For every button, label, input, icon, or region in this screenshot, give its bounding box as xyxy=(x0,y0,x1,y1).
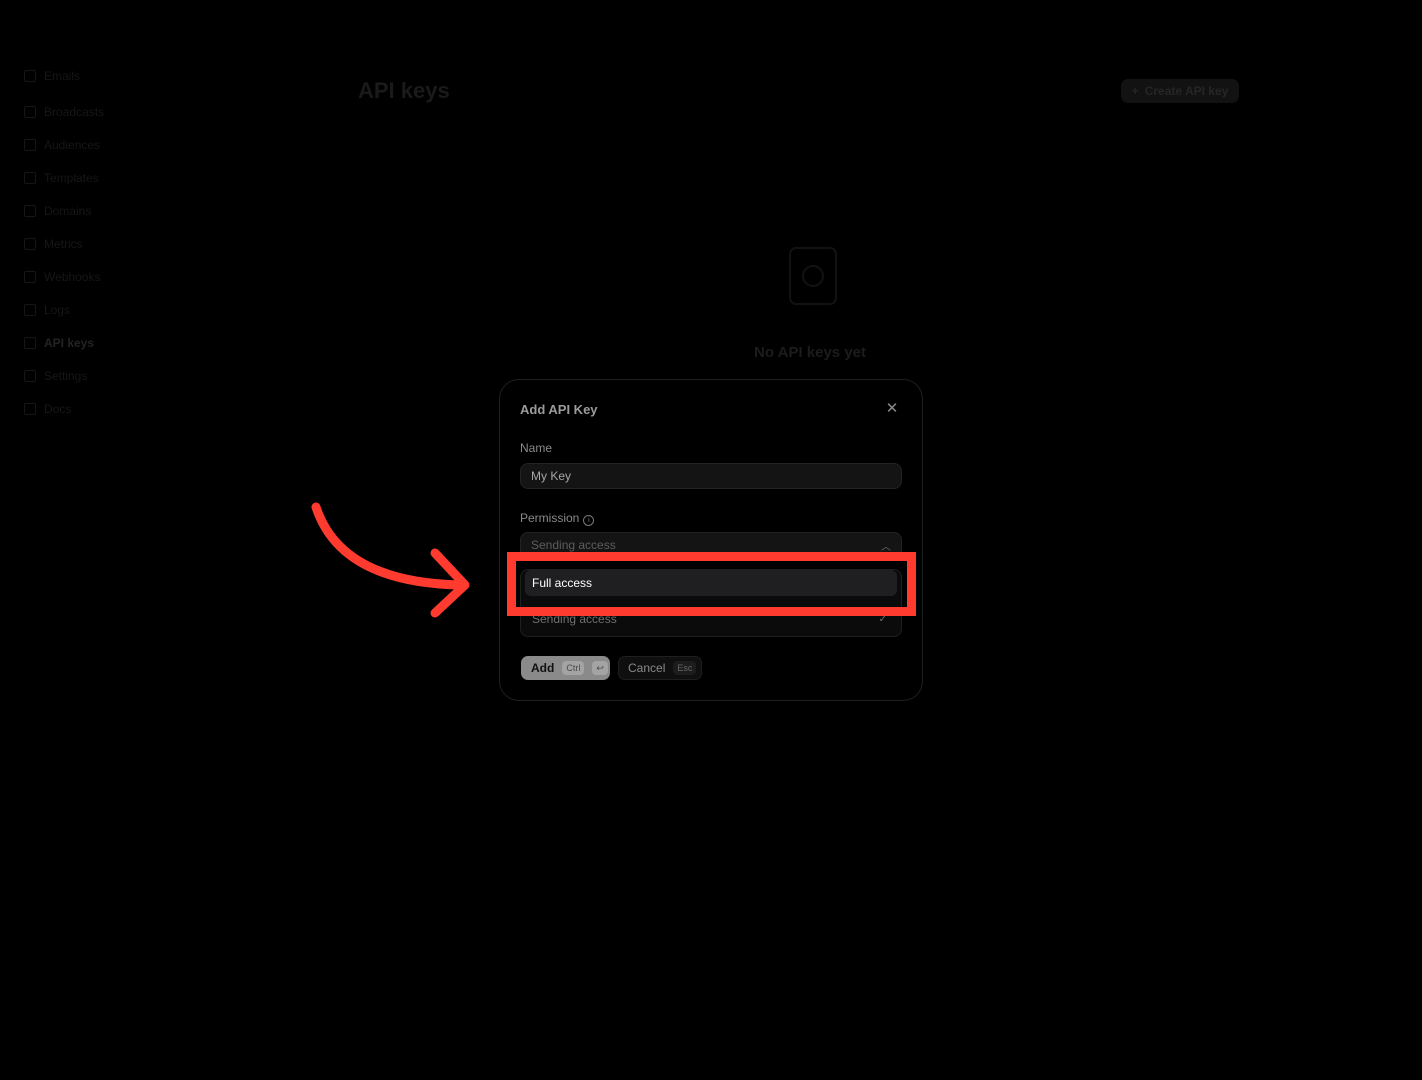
ctrl-shortcut-badge: Ctrl xyxy=(562,661,585,675)
annotation-arrow-icon xyxy=(311,502,470,618)
logs-icon xyxy=(24,304,36,316)
sidebar-item-label: Broadcasts xyxy=(44,105,105,119)
sidebar-item-label: Webhooks xyxy=(44,270,101,284)
sidebar-item-label: Emails xyxy=(44,69,81,83)
sidebar-item-label: Domains xyxy=(44,204,92,218)
docs-icon xyxy=(24,403,36,415)
sidebar-item-domains[interactable]: Domains xyxy=(24,201,91,221)
name-input-value: My Key xyxy=(531,469,572,483)
info-icon[interactable]: i xyxy=(583,515,595,526)
sidebar-item-label: Settings xyxy=(44,369,88,383)
create-api-key-label: Create API key xyxy=(1144,84,1229,98)
metrics-icon xyxy=(24,238,36,250)
sidebar-item-webhooks[interactable]: Webhooks xyxy=(24,267,100,287)
sidebar: Emails Broadcasts Audiences Templates Do… xyxy=(0,0,300,1080)
audiences-icon xyxy=(24,139,36,151)
settings-icon xyxy=(24,370,36,382)
sidebar-item-label: Audiences xyxy=(44,138,101,152)
domains-icon xyxy=(24,205,36,217)
chevron-up-icon: ︿ xyxy=(881,541,891,553)
sidebar-item-label: Metrics xyxy=(44,237,83,251)
broadcasts-icon xyxy=(24,106,36,118)
page-title: API keys xyxy=(358,78,450,103)
sidebar-item-docs[interactable]: Docs xyxy=(24,399,71,419)
close-icon[interactable]: ✕ xyxy=(885,401,899,416)
sidebar-item-label: API keys xyxy=(44,336,95,350)
empty-state-illustration xyxy=(789,247,837,305)
empty-state-text: No API keys yet xyxy=(754,344,866,361)
sidebar-item-templates[interactable]: Templates xyxy=(24,168,99,188)
permission-label-text: Permission xyxy=(520,511,580,525)
name-input[interactable]: My Key xyxy=(520,463,902,489)
permission-label: Permission i xyxy=(520,511,595,526)
key-icon xyxy=(24,337,36,349)
annotation-highlight-box xyxy=(507,552,916,616)
sidebar-item-label: Docs xyxy=(44,402,72,416)
cancel-button[interactable]: Cancel Esc xyxy=(618,656,702,680)
webhooks-icon xyxy=(24,271,36,283)
name-label: Name xyxy=(520,441,553,455)
sidebar-item-settings[interactable]: Settings xyxy=(24,366,87,386)
cancel-button-label: Cancel xyxy=(628,661,666,675)
plus-icon: + xyxy=(1131,84,1139,98)
add-button[interactable]: Add Ctrl ↩ xyxy=(521,656,610,680)
sidebar-item-api-keys[interactable]: API keys xyxy=(24,333,94,353)
add-api-key-dialog: Add API Key ✕ Name My Key Permission i Se… xyxy=(499,379,923,701)
permission-select-value: Sending access xyxy=(531,538,616,552)
dialog-title: Add API Key xyxy=(520,402,598,417)
add-button-label: Add xyxy=(531,661,555,675)
create-api-key-button[interactable]: + Create API key xyxy=(1121,79,1239,103)
templates-icon xyxy=(24,172,36,184)
sidebar-item-emails[interactable]: Emails xyxy=(24,66,80,86)
enter-icon: ↩ xyxy=(592,661,608,675)
sidebar-item-broadcasts[interactable]: Broadcasts xyxy=(24,102,104,122)
sidebar-item-audiences[interactable]: Audiences xyxy=(24,135,100,155)
sidebar-item-logs[interactable]: Logs xyxy=(24,300,70,320)
sidebar-item-label: Logs xyxy=(44,303,71,317)
sidebar-item-label: Templates xyxy=(44,171,99,185)
esc-shortcut-badge: Esc xyxy=(673,661,697,675)
emails-icon xyxy=(24,70,36,82)
sidebar-item-metrics[interactable]: Metrics xyxy=(24,234,83,254)
